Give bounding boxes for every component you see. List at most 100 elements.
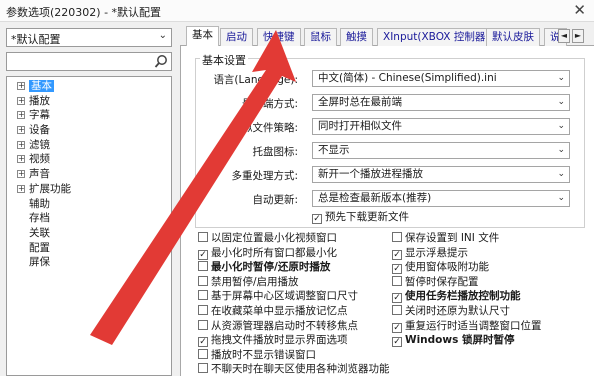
tab-3[interactable]: 鼠标 xyxy=(304,28,337,46)
option-checkbox[interactable]: ✓ Windows 锁屏时暂停 xyxy=(392,333,515,348)
expand-icon[interactable]: + xyxy=(17,111,25,120)
setting-label: 多重处理方式: xyxy=(231,170,298,182)
checkbox-unchecked-icon[interactable] xyxy=(198,232,208,242)
chevron-down-icon: ⌄ xyxy=(557,97,565,107)
checkbox-checked-icon[interactable]: ✓ xyxy=(392,264,402,275)
tree-item[interactable]: + 设备 xyxy=(7,123,171,138)
checkbox-label: Windows 锁屏时暂停 xyxy=(405,334,515,347)
close-icon[interactable]: ✕ xyxy=(573,1,586,19)
tab-6[interactable]: 默认皮肤 xyxy=(486,28,540,46)
option-checkbox[interactable]: 不聊天时在聊天区使用各种浏览器功能 xyxy=(198,362,390,376)
option-checkbox[interactable]: 以固定位置最小化视频窗口 xyxy=(198,231,337,245)
checkbox-label: 基于屏幕中心区域调整窗口尺寸 xyxy=(211,290,358,303)
checkbox-checked-icon[interactable]: ✓ xyxy=(198,337,208,348)
checkbox-label: 不聊天时在聊天区使用各种浏览器功能 xyxy=(211,363,390,376)
tree-item[interactable]: 配置 xyxy=(7,241,171,256)
tree-item[interactable]: 存档 xyxy=(7,211,171,226)
chevron-down-icon: ⌄ xyxy=(158,30,167,41)
option-checkbox[interactable]: 禁用暂停/启用播放 xyxy=(198,275,299,289)
checkbox-label: 使用窗体吸附功能 xyxy=(405,261,489,274)
checkbox-unchecked-icon[interactable] xyxy=(198,275,208,286)
expand-icon[interactable]: + xyxy=(17,96,25,105)
setting-select[interactable]: 中文(简体) - Chinese(Simplified).ini ⌄ xyxy=(312,70,570,87)
left-panel: *默认配置 ⌄ + 基本 + 播放 + 字幕 + 设备 + 滤镜 + 视频 + 声音 + 扩展功能 辅助 存档 关联… xyxy=(6,28,174,376)
option-checkbox[interactable]: 暂停时保存配置 xyxy=(392,275,479,289)
tree-item-label: 辅助 xyxy=(29,197,50,210)
setting-select[interactable]: 新开一个播放进程播放 ⌄ xyxy=(312,166,570,183)
search-icon[interactable] xyxy=(153,53,169,70)
setting-select[interactable]: 同时打开相似文件 ⌄ xyxy=(312,118,570,135)
setting-value: 不显示 xyxy=(318,144,350,156)
expand-icon[interactable]: + xyxy=(17,82,25,90)
chevron-down-icon: ⌄ xyxy=(557,121,565,131)
checkbox-unchecked-icon[interactable] xyxy=(392,305,402,315)
checkbox-unchecked-icon[interactable] xyxy=(198,319,208,330)
tab-2[interactable]: 快捷键 xyxy=(257,28,301,46)
option-checkbox[interactable]: 最小化时暂停/还原时播放 xyxy=(198,260,330,274)
option-checkbox[interactable]: 播放时不显示错误窗口 xyxy=(198,348,316,362)
checkbox-checked-icon[interactable]: ✓ xyxy=(312,214,322,224)
option-checkbox[interactable]: ✓ 显示浮悬提示 xyxy=(392,246,468,260)
tree-item[interactable]: 屏保 xyxy=(7,255,171,270)
group-legend: 基本设置 xyxy=(200,52,248,68)
setting-label: 自动更新: xyxy=(252,194,298,206)
predownload-checkbox[interactable]: ✓ 预先下载更新文件 xyxy=(312,210,409,224)
preset-select[interactable]: *默认配置 ⌄ xyxy=(6,28,172,47)
expand-icon[interactable]: + xyxy=(17,140,25,149)
checkbox-checked-icon[interactable]: ✓ xyxy=(198,249,208,260)
expand-icon[interactable]: + xyxy=(17,184,25,193)
setting-select[interactable]: 全屏时总在最前端 ⌄ xyxy=(312,94,570,111)
tree-item[interactable]: + 声音 xyxy=(7,167,171,182)
checkbox-unchecked-icon[interactable] xyxy=(198,363,208,374)
checkbox-checked-icon[interactable]: ✓ xyxy=(392,337,402,348)
option-checkbox[interactable]: 保存设置到 INI 文件 xyxy=(392,231,499,245)
option-checkbox[interactable]: 基于屏幕中心区域调整窗口尺寸 xyxy=(198,289,358,303)
tree-item-label: 字幕 xyxy=(29,109,50,122)
option-checkbox[interactable]: ✓ 重复运行时适当调整窗口位置 xyxy=(392,319,542,333)
option-checkbox[interactable]: 从资源管理器启动时不转移焦点 xyxy=(198,319,358,333)
tree-item[interactable]: + 滤镜 xyxy=(7,138,171,153)
checkbox-unchecked-icon[interactable] xyxy=(198,261,208,272)
tree-item-label: 扩展功能 xyxy=(29,182,71,195)
tab-1[interactable]: 启动 xyxy=(220,28,253,46)
option-checkbox[interactable]: ✓ 使用任务栏播放控制功能 xyxy=(392,289,521,304)
checkbox-unchecked-icon[interactable] xyxy=(198,348,208,359)
tree-item[interactable]: + 字幕 xyxy=(7,108,171,123)
tree-item-label: 设备 xyxy=(29,124,50,137)
checkbox-unchecked-icon[interactable] xyxy=(198,290,208,301)
option-checkbox[interactable]: ✓ 拖拽文件播放时显示界面选项 xyxy=(198,333,348,348)
checkbox-unchecked-icon[interactable] xyxy=(392,275,402,286)
tab-5[interactable]: XInput(XBOX 控制器) xyxy=(377,28,496,46)
checkbox-label: 以固定位置最小化视频窗口 xyxy=(211,232,337,244)
tab-scroll-right-icon[interactable]: ► xyxy=(572,29,584,43)
option-checkbox[interactable]: ✓ 最小化时所有窗口都最小化 xyxy=(198,246,337,260)
expand-icon[interactable]: + xyxy=(17,126,25,135)
setting-value: 新开一个播放进程播放 xyxy=(318,168,423,180)
tree-item[interactable]: 关联 xyxy=(7,226,171,241)
option-checkbox[interactable]: 在收藏菜单中显示播放记忆点 xyxy=(198,304,348,318)
checkbox-checked-icon[interactable]: ✓ xyxy=(392,322,402,333)
tab-0[interactable]: 基本 xyxy=(186,26,219,47)
setting-select[interactable]: 总是检查最新版本(推荐) ⌄ xyxy=(312,190,570,207)
checkbox-label: 播放时不显示错误窗口 xyxy=(211,348,316,361)
option-checkbox[interactable]: 关闭时还原为默认尺寸 xyxy=(392,304,510,318)
tree-item[interactable]: + 扩展功能 xyxy=(7,182,171,197)
tree-item[interactable]: + 视频 xyxy=(7,152,171,167)
setting-select[interactable]: 不显示 ⌄ xyxy=(312,142,570,159)
search-input[interactable] xyxy=(6,52,172,71)
tab-4[interactable]: 触摸 xyxy=(340,28,373,46)
setting-label: 相似文件策略: xyxy=(231,122,298,134)
expand-icon[interactable]: + xyxy=(17,155,25,164)
checkbox-unchecked-icon[interactable] xyxy=(198,305,208,315)
option-checkbox[interactable]: ✓ 使用窗体吸附功能 xyxy=(392,260,489,275)
checkbox-unchecked-icon[interactable] xyxy=(392,232,402,242)
tab-scroll-left-icon[interactable]: ◄ xyxy=(558,29,570,43)
expand-icon[interactable]: + xyxy=(17,170,25,179)
tree-item[interactable]: + 播放 xyxy=(7,94,171,109)
tree-item[interactable]: + 基本 xyxy=(7,79,171,94)
category-tree[interactable]: + 基本 + 播放 + 字幕 + 设备 + 滤镜 + 视频 + 声音 + 扩展功能 辅助 存档 关联 配置 屏保 xyxy=(6,76,172,376)
checkbox-checked-icon[interactable]: ✓ xyxy=(392,249,402,260)
checkbox-checked-icon[interactable]: ✓ xyxy=(392,293,402,304)
tree-item[interactable]: 辅助 xyxy=(7,197,171,212)
tree-item-label: 配置 xyxy=(29,241,50,254)
